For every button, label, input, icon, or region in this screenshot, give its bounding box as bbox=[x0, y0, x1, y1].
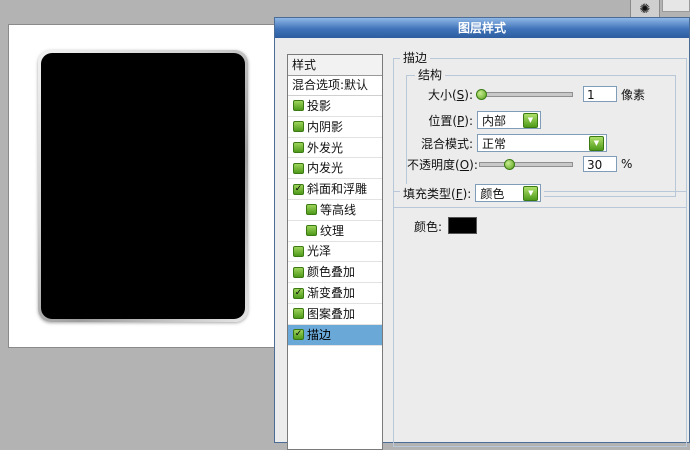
rounded-card-shape bbox=[38, 50, 248, 322]
style-item-label: 等高线 bbox=[320, 202, 357, 217]
style-item-label: 外发光 bbox=[307, 140, 344, 155]
size-unit: 像素 bbox=[621, 87, 646, 102]
style-item-label: 内发光 bbox=[307, 161, 344, 176]
style-item-satin[interactable]: 光泽 bbox=[288, 242, 382, 263]
panel-tab[interactable] bbox=[662, 0, 690, 12]
style-item-label: 描边 bbox=[307, 327, 332, 342]
stroke-group-title: 描边 bbox=[400, 51, 431, 65]
fill-type-select[interactable]: 颜色 ▼ bbox=[475, 184, 542, 202]
style-item-drop-shadow[interactable]: 投影 bbox=[288, 96, 382, 117]
style-item-bevel-emboss[interactable]: ✓ 斜面和浮雕 bbox=[288, 179, 382, 200]
checkbox-icon[interactable] bbox=[306, 225, 317, 237]
checkbox-icon[interactable] bbox=[293, 162, 304, 174]
size-row: 大小(S): 1 像素 bbox=[407, 85, 645, 103]
structure-group: 结构 大小(S): 1 像素 位置(P): 内部 ▼ 混合模式: 正常 ▼ 不透… bbox=[406, 68, 676, 197]
checkbox-icon[interactable] bbox=[293, 100, 304, 112]
opacity-unit: % bbox=[621, 157, 633, 171]
checkbox-icon[interactable]: ✓ bbox=[293, 329, 304, 341]
size-input[interactable]: 1 bbox=[583, 86, 617, 102]
slider-thumb-icon[interactable] bbox=[503, 158, 515, 170]
style-item-contour[interactable]: 等高线 bbox=[288, 200, 382, 221]
style-item-color-overlay[interactable]: 颜色叠加 bbox=[288, 262, 382, 284]
style-item-inner-shadow[interactable]: 内阴影 bbox=[288, 117, 382, 138]
color-swatch[interactable] bbox=[448, 217, 477, 234]
opacity-row: 不透明度(O): 30 % bbox=[407, 155, 632, 173]
style-item-label: 纹理 bbox=[320, 223, 345, 238]
style-item-stroke[interactable]: ✓ 描边 bbox=[288, 324, 382, 346]
card-fill bbox=[41, 53, 245, 319]
dropdown-arrow-icon[interactable]: ▼ bbox=[523, 185, 539, 201]
checkbox-icon[interactable] bbox=[306, 204, 317, 216]
style-item-label: 光泽 bbox=[307, 244, 332, 259]
style-item-label: 投影 bbox=[307, 98, 332, 113]
position-row: 位置(P): 内部 ▼ bbox=[407, 111, 541, 129]
structure-group-title: 结构 bbox=[415, 68, 446, 82]
style-item-label: 斜面和浮雕 bbox=[307, 182, 368, 197]
checkbox-icon[interactable] bbox=[293, 141, 304, 153]
style-item-inner-glow[interactable]: 内发光 bbox=[288, 158, 382, 180]
checkbox-icon[interactable] bbox=[293, 121, 304, 133]
layer-style-dialog: 图层样式 样式 混合选项:默认 投影 内阴影 外发光 内发光 ✓ 斜面和浮雕 等… bbox=[274, 17, 690, 450]
blend-mode-select[interactable]: 正常 ▼ bbox=[477, 134, 607, 152]
style-item-texture[interactable]: 纹理 bbox=[288, 221, 382, 242]
style-item-outer-glow[interactable]: 外发光 bbox=[288, 138, 382, 159]
opacity-slider[interactable] bbox=[479, 158, 573, 170]
document-canvas[interactable] bbox=[8, 24, 290, 348]
slider-thumb-icon[interactable] bbox=[476, 88, 487, 100]
style-list: 样式 混合选项:默认 投影 内阴影 外发光 内发光 ✓ 斜面和浮雕 等高线 纹理 bbox=[287, 54, 383, 450]
style-item-label: 渐变叠加 bbox=[307, 286, 356, 301]
blend-mode-label: 混合模式: bbox=[420, 136, 473, 151]
dialog-title: 图层样式 bbox=[275, 18, 689, 38]
position-label: 位置(P): bbox=[428, 113, 473, 128]
checkbox-icon[interactable] bbox=[293, 308, 304, 320]
checkbox-icon[interactable]: ✓ bbox=[293, 183, 304, 195]
size-slider[interactable] bbox=[476, 88, 573, 100]
style-item-gradient-overlay[interactable]: ✓ 渐变叠加 bbox=[288, 283, 382, 304]
style-item-label: 颜色叠加 bbox=[307, 265, 356, 280]
opacity-label: 不透明度(O): bbox=[407, 157, 478, 172]
fill-group: 填充类型(F): 颜色 ▼ 颜色: bbox=[393, 184, 687, 447]
position-select[interactable]: 内部 ▼ bbox=[477, 111, 541, 129]
style-item-pattern-overlay[interactable]: 图案叠加 bbox=[288, 304, 382, 325]
checkbox-icon[interactable]: ✓ bbox=[293, 287, 304, 299]
size-label: 大小(S): bbox=[427, 87, 473, 102]
style-item-label: 内阴影 bbox=[307, 119, 344, 134]
style-item-label: 图案叠加 bbox=[307, 306, 356, 321]
checkbox-icon[interactable] bbox=[293, 266, 304, 278]
fill-type-label: 填充类型(F): bbox=[403, 186, 472, 201]
color-label: 颜色: bbox=[414, 220, 443, 234]
blend-mode-row: 混合模式: 正常 ▼ bbox=[407, 134, 607, 152]
fill-type-row: 填充类型(F): 颜色 ▼ bbox=[400, 184, 545, 202]
style-list-header[interactable]: 样式 bbox=[288, 55, 382, 76]
checkbox-icon[interactable] bbox=[293, 245, 304, 257]
dropdown-arrow-icon[interactable]: ▼ bbox=[589, 135, 604, 151]
blending-options-item[interactable]: 混合选项:默认 bbox=[288, 76, 382, 96]
dropdown-arrow-icon[interactable]: ▼ bbox=[523, 112, 538, 128]
opacity-input[interactable]: 30 bbox=[583, 156, 617, 172]
